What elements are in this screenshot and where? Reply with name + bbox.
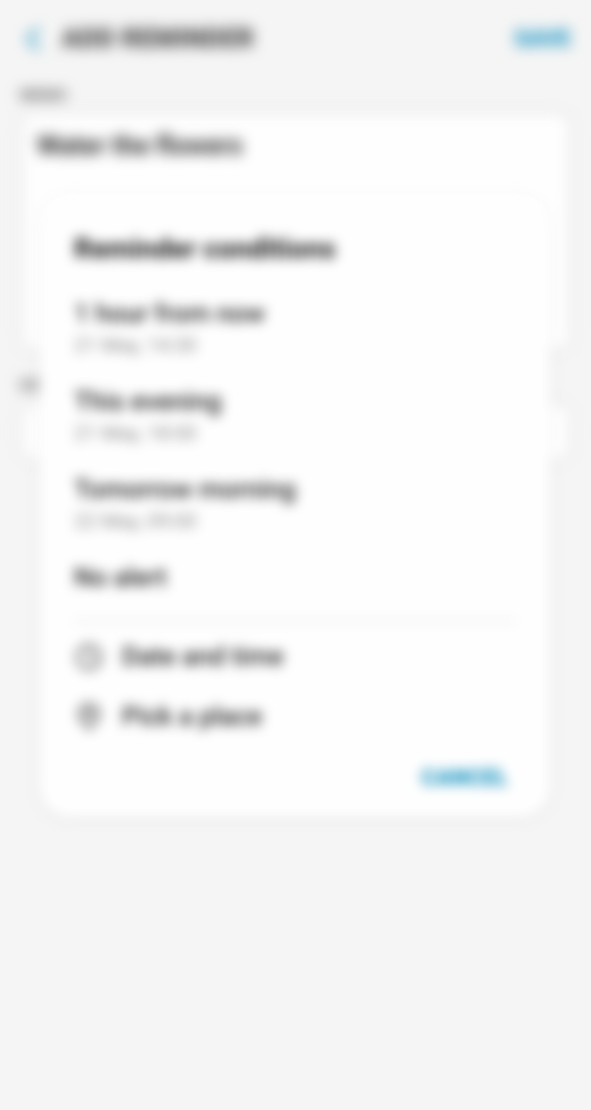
option-1-hour[interactable]: 1 hour from now 21 May, 14:30 bbox=[74, 299, 516, 357]
option-tomorrow-morning[interactable]: Tomorrow morning 22 May, 09:00 bbox=[74, 475, 516, 533]
option-title: This evening bbox=[74, 387, 516, 417]
cancel-button[interactable]: CANCEL bbox=[414, 762, 516, 795]
modal-overlay: Reminder conditions 1 hour from now 21 M… bbox=[0, 0, 591, 1110]
option-this-evening[interactable]: This evening 21 May, 18:00 bbox=[74, 387, 516, 445]
option-subtitle: 22 May, 09:00 bbox=[74, 509, 516, 533]
modal-footer: CANCEL bbox=[74, 762, 516, 795]
option-title: 1 hour from now bbox=[74, 299, 516, 329]
divider bbox=[74, 621, 516, 622]
clock-icon bbox=[74, 642, 104, 672]
option-subtitle: 21 May, 18:00 bbox=[74, 421, 516, 445]
modal-title: Reminder conditions bbox=[74, 232, 516, 265]
option-date-and-time[interactable]: Date and time bbox=[74, 642, 516, 672]
reminder-conditions-modal: Reminder conditions 1 hour from now 21 M… bbox=[40, 194, 550, 817]
pin-icon bbox=[74, 702, 104, 732]
icon-row-label: Pick a place bbox=[122, 702, 262, 732]
option-subtitle: 21 May, 14:30 bbox=[74, 333, 516, 357]
option-pick-a-place[interactable]: Pick a place bbox=[74, 702, 516, 732]
option-no-alert[interactable]: No alert bbox=[74, 563, 516, 593]
option-title: Tomorrow morning bbox=[74, 475, 516, 505]
icon-row-label: Date and time bbox=[122, 642, 284, 672]
